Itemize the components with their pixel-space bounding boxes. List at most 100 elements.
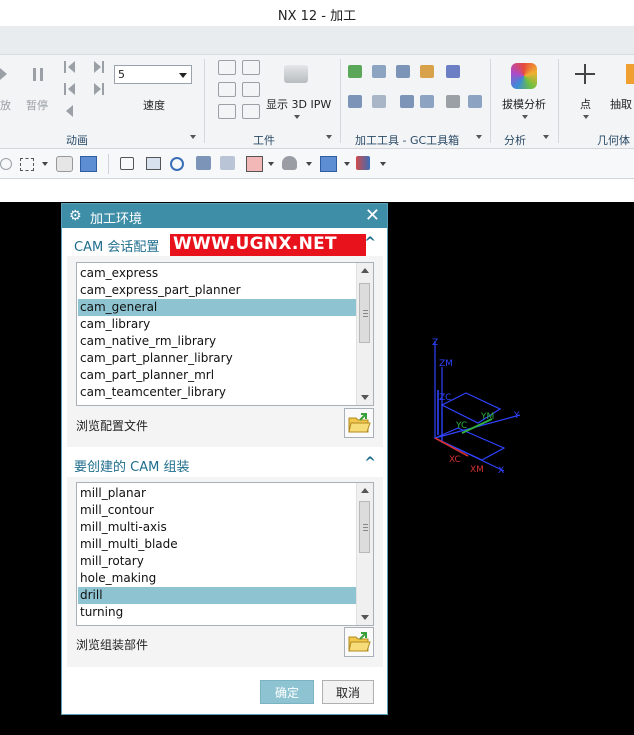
rectangle-select-icon[interactable] [20,158,34,171]
clip-icon[interactable] [220,156,235,170]
list-item[interactable]: cam_general [78,299,356,316]
list-item[interactable]: mill_contour [78,502,356,519]
rewind-icon[interactable] [64,83,76,97]
display-filter-icon[interactable] [356,156,370,170]
tool-list-icon[interactable] [372,65,386,78]
document-icon[interactable] [372,95,386,108]
workpiece-icon-2[interactable] [242,60,260,75]
list-item[interactable]: hole_making [78,570,356,587]
list-item[interactable]: mill_planar [78,485,356,502]
list-item[interactable]: mill_multi_blade [78,536,356,553]
workpiece-icon-3[interactable] [218,82,236,97]
list-item[interactable]: cam_part_planner_library [78,350,356,367]
layer-icon[interactable] [400,95,414,108]
table-icon[interactable] [420,95,434,108]
workpiece-group-label: 工件 [253,134,275,147]
geometry-group-label: 几何体 [597,134,630,147]
shaded-icon[interactable] [282,156,297,170]
analysis-group-expand-icon[interactable] [543,135,549,139]
analysis-group-label: 分析 [504,134,526,147]
speed-select[interactable]: 5 [114,65,192,84]
tool-holder-icon[interactable] [396,65,410,78]
fit-view-icon[interactable] [120,157,134,170]
draft-analysis-button[interactable]: 拔模分析 [498,59,552,129]
scroll-up-icon[interactable] [361,268,369,273]
session-config-list[interactable]: cam_teamcenter_library cam_part_planner_m… [76,262,374,406]
browse-setup-row: 浏览组装部件 [76,627,374,657]
list-item[interactable]: cam_library [78,316,356,333]
chevron-up-icon[interactable]: ^ [364,455,376,471]
setup-header[interactable]: 要创建的 CAM 组装 ^ [67,453,383,475]
scroll-down-icon[interactable] [361,615,369,620]
list-item[interactable]: cam_native_rm_library [78,333,356,350]
chevron-down-icon [294,115,300,119]
copy-icon[interactable] [348,95,362,108]
step-forward-icon[interactable] [94,61,106,75]
list-item[interactable]: mill_rotary [78,553,356,570]
dialog-titlebar[interactable]: ⚙ 加工环境 ✕ [62,204,387,228]
verify-icon[interactable] [348,65,362,78]
workpiece-icon-6[interactable] [242,104,260,119]
chevron-down-icon[interactable] [344,162,350,166]
workpiece-icon-1[interactable] [218,60,236,75]
eraser-icon[interactable] [56,156,73,172]
filter-icon[interactable] [0,158,12,170]
point-label: 点 [580,98,591,111]
browse-config-button[interactable] [344,408,374,438]
gc-flag-icon[interactable] [446,65,460,78]
axis-label-x: X [498,466,504,476]
scroll-up-icon[interactable] [361,488,369,493]
machining-tools-group-expand-icon[interactable] [476,135,482,139]
workpiece-icon-4[interactable] [242,82,260,97]
chevron-down-icon[interactable] [42,162,48,166]
zoom-window-icon[interactable] [146,157,161,170]
ribbon: 放 暂停 5 速度 动画 显示 3D IPW 工件 加工工具 - GC工具箱 拔… [0,55,634,149]
step-back-icon[interactable] [64,61,76,75]
workpiece-icon-5[interactable] [218,104,236,119]
layout-icon[interactable] [246,156,263,172]
chevron-up-icon[interactable]: ^ [364,235,376,251]
pan-icon[interactable] [196,156,211,170]
chevron-down-icon[interactable] [380,162,386,166]
gauge-icon[interactable] [446,95,460,108]
fast-forward-icon[interactable] [94,83,106,97]
pause-button[interactable] [30,67,46,83]
browse-setup-button[interactable] [344,627,374,657]
ok-button[interactable]: 确定 [260,680,314,704]
list-item[interactable]: mill_multi-axis [78,519,356,536]
view-cube-icon[interactable] [320,156,337,172]
xc-axis [434,437,469,457]
list-item[interactable]: turning [78,604,356,621]
chevron-down-icon[interactable] [268,162,274,166]
graph-icon[interactable] [468,95,482,108]
axis-label-zc: ZC [439,393,451,403]
cube-icon[interactable] [80,156,97,172]
close-icon[interactable]: ✕ [365,205,380,226]
animation-group-expand-icon[interactable] [190,135,196,139]
play-icon[interactable] [0,68,7,80]
browse-config-label: 浏览配置文件 [76,419,149,433]
axis-label-xm: XM [470,465,484,475]
reverse-icon[interactable] [66,105,73,117]
coordinate-axes: Z ZM ZC YM Y YC XC XM X [432,338,521,476]
scroll-thumb[interactable] [359,501,370,553]
dialog-title: 加工环境 [90,212,143,227]
rotate-icon[interactable] [170,157,184,171]
show-ipw-button[interactable]: 显示 3D IPW [264,59,332,129]
list-item[interactable]: cam_part_planner_mrl [78,367,356,384]
session-list-scrollbar[interactable] [356,263,373,405]
scroll-thumb[interactable] [359,283,370,343]
point-button[interactable]: 点 [570,59,600,129]
list-item[interactable]: drill [78,587,356,604]
setup-list-scrollbar[interactable] [356,483,373,625]
scroll-down-icon[interactable] [361,395,369,400]
extract-button[interactable]: 抽取 [608,59,634,129]
list-item[interactable]: cam_express [78,265,356,282]
list-item[interactable]: cam_teamcenter_library [78,384,356,401]
tool-report-icon[interactable] [420,65,434,78]
chevron-down-icon[interactable] [306,162,312,166]
workpiece-group-expand-icon[interactable] [326,135,332,139]
setup-list[interactable]: turning drill hole_making mill_rotary mill_m… [76,482,374,626]
list-item[interactable]: cam_express_part_planner [78,282,356,299]
cancel-button[interactable]: 取消 [322,680,374,704]
